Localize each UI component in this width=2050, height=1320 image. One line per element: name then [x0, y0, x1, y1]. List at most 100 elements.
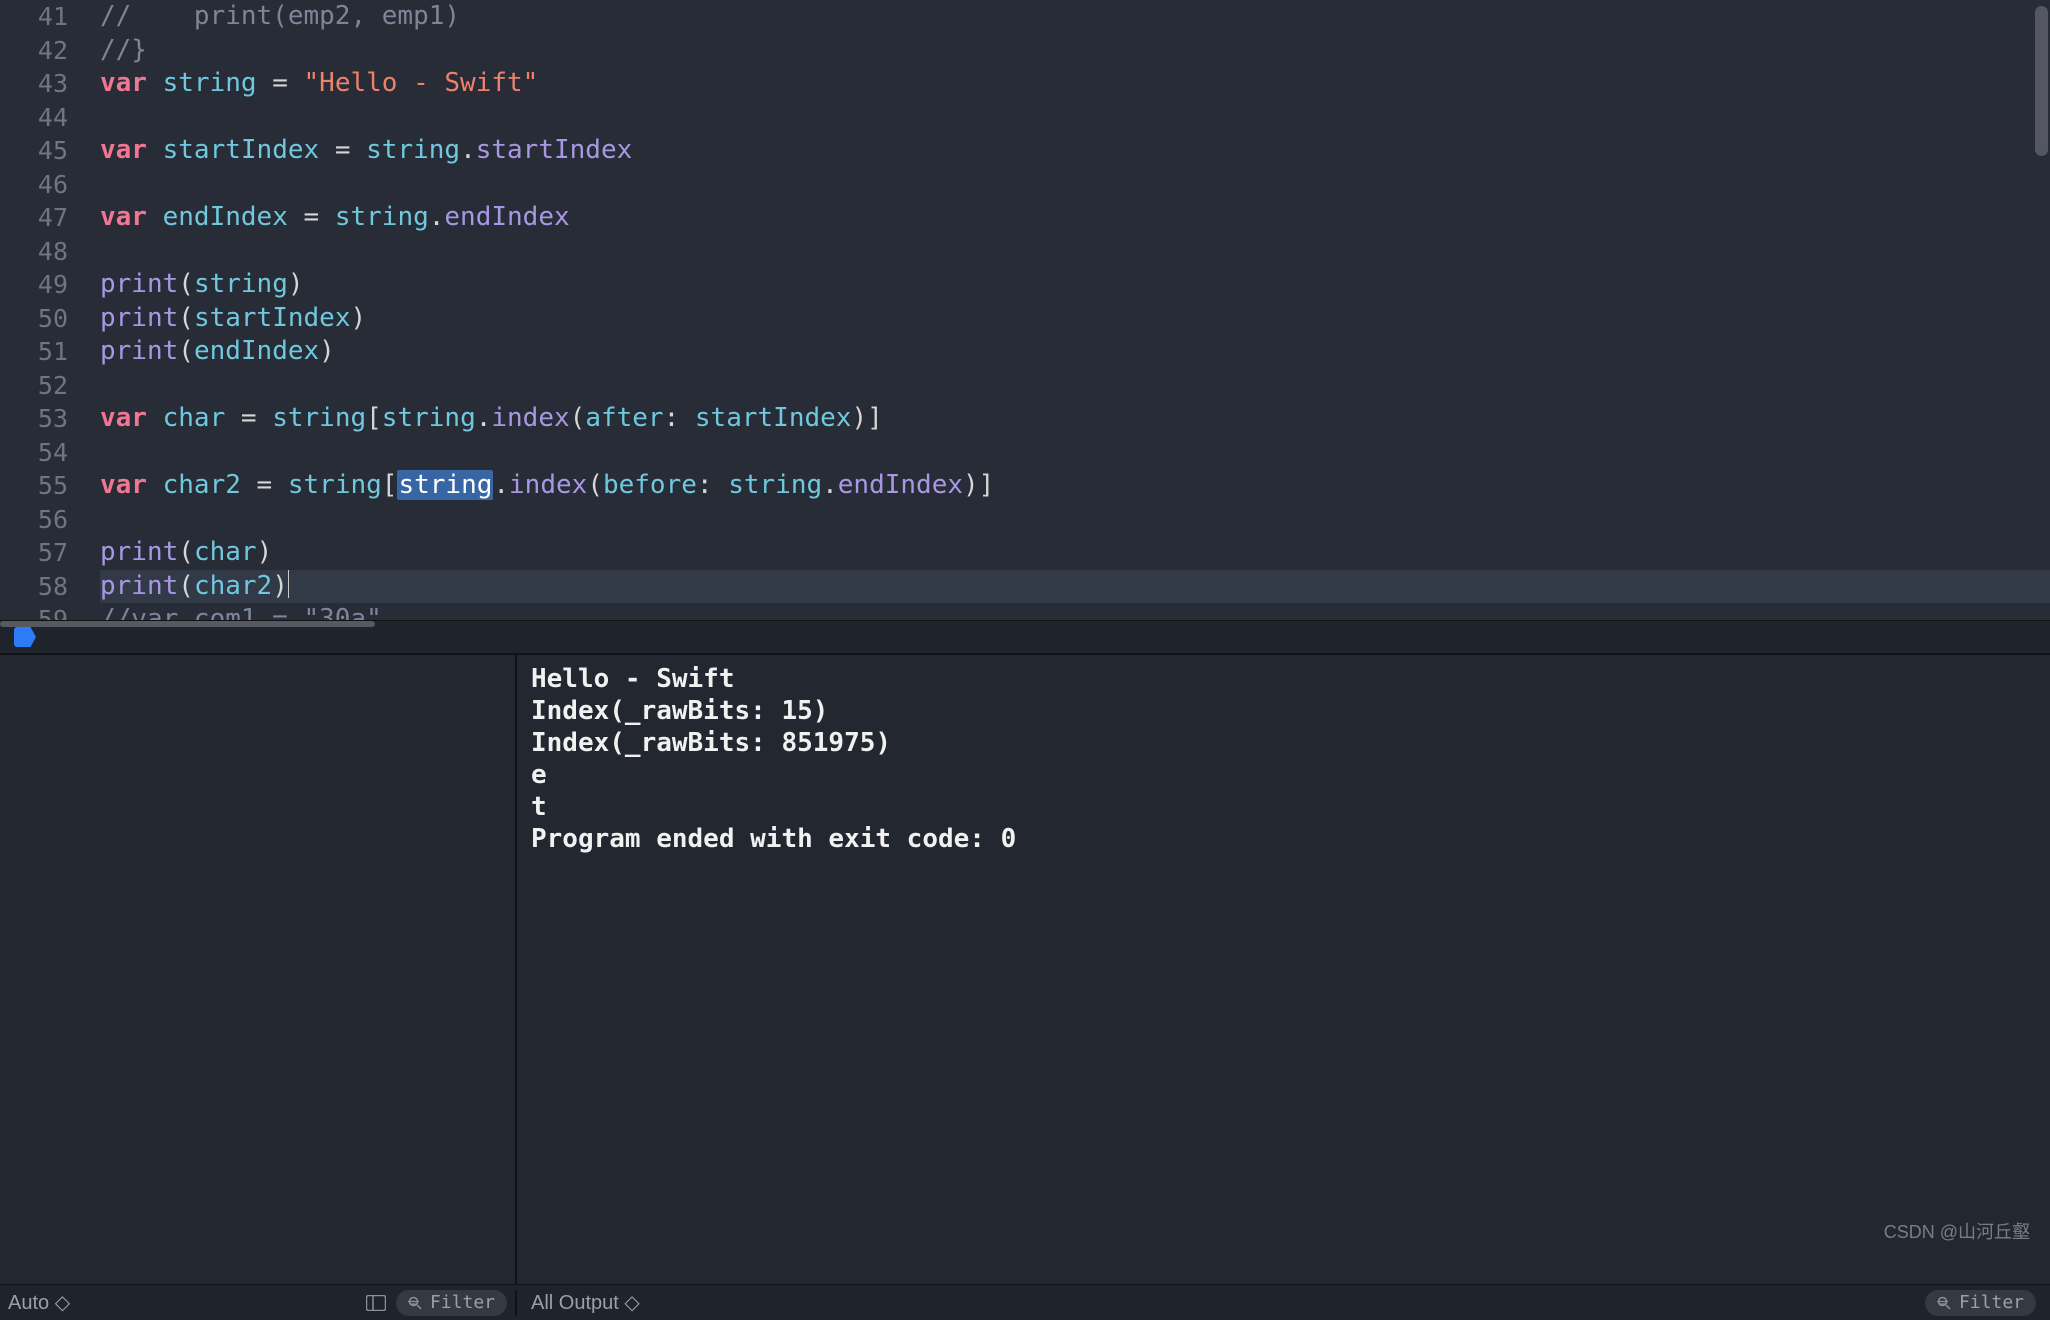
horizontal-scroll-thumb[interactable]: [0, 621, 375, 627]
code-token: endIndex: [163, 202, 288, 232]
code-token: startIndex: [476, 135, 633, 165]
code-token: [: [366, 403, 382, 433]
code-token: char2: [163, 470, 241, 500]
code-token: index: [509, 470, 587, 500]
code-token: var: [100, 68, 147, 98]
code-token: [147, 202, 163, 232]
line-number: 49: [0, 268, 68, 302]
code-token: print: [100, 336, 178, 366]
code-token: (: [178, 303, 194, 333]
line-number: 59: [0, 603, 68, 620]
code-line[interactable]: [100, 101, 2050, 135]
vertical-scrollbar[interactable]: [2035, 0, 2048, 620]
code-token: =: [257, 68, 304, 98]
code-token: print: [100, 571, 178, 601]
code-token: ): [288, 269, 304, 299]
code-line[interactable]: print(startIndex): [100, 302, 2050, 336]
code-line[interactable]: [100, 436, 2050, 470]
code-line[interactable]: print(string): [100, 268, 2050, 302]
source-editor[interactable]: 41424344454647484950515253545556575859 /…: [0, 0, 2050, 620]
variables-filter-input[interactable]: Filter: [396, 1290, 507, 1316]
code-token: )]: [963, 470, 994, 500]
filter-icon: [408, 1296, 422, 1310]
code-token: (: [178, 269, 194, 299]
line-number: 57: [0, 536, 68, 570]
code-line[interactable]: print(endIndex): [100, 335, 2050, 369]
code-token: var: [100, 202, 147, 232]
code-token: [: [382, 470, 398, 500]
code-line[interactable]: //var com1 = "30a": [100, 603, 2050, 620]
code-line[interactable]: [100, 369, 2050, 403]
code-line[interactable]: [100, 168, 2050, 202]
vertical-scroll-thumb[interactable]: [2035, 6, 2048, 156]
code-token: (: [570, 403, 586, 433]
line-number: 41: [0, 0, 68, 34]
debug-bar: [0, 620, 2050, 654]
code-token: print: [100, 537, 178, 567]
variables-scope-selector[interactable]: Auto ◇: [8, 1290, 70, 1315]
console-output[interactable]: Hello - Swift Index(_rawBits: 15) Index(…: [517, 655, 2050, 1284]
code-token: var: [100, 470, 147, 500]
code-token: [147, 135, 163, 165]
debug-area: Hello - Swift Index(_rawBits: 15) Index(…: [0, 654, 2050, 1284]
code-line[interactable]: var startIndex = string.startIndex: [100, 134, 2050, 168]
code-line[interactable]: [100, 235, 2050, 269]
line-number: 51: [0, 335, 68, 369]
variables-filter-placeholder: Filter: [430, 1292, 495, 1313]
code-line[interactable]: //}: [100, 34, 2050, 68]
variables-view[interactable]: [0, 655, 517, 1284]
code-token: .: [429, 202, 445, 232]
code-token: .: [476, 403, 492, 433]
code-token: )]: [851, 403, 882, 433]
text-cursor: [288, 570, 289, 598]
console-filter-input[interactable]: Filter: [1925, 1290, 2036, 1316]
filter-icon: [1937, 1296, 1951, 1310]
console-filter-placeholder: Filter: [1959, 1292, 2024, 1313]
code-token: (: [178, 336, 194, 366]
code-token: endIndex: [194, 336, 319, 366]
code-token: string: [272, 403, 366, 433]
code-token: after: [585, 403, 663, 433]
code-area[interactable]: // print(emp2, emp1)//}var string = "Hel…: [86, 0, 2050, 620]
line-number: 52: [0, 369, 68, 403]
code-token: .: [822, 470, 838, 500]
watermark-text: CSDN @山河丘壑: [1884, 1218, 2030, 1244]
code-line[interactable]: var char = string[string.index(after: st…: [100, 402, 2050, 436]
code-token: :: [697, 470, 728, 500]
xcode-window: 41424344454647484950515253545556575859 /…: [0, 0, 2050, 1320]
line-number-gutter: 41424344454647484950515253545556575859: [0, 0, 86, 620]
line-number: 56: [0, 503, 68, 537]
code-token: print: [100, 303, 178, 333]
code-token: ): [319, 336, 335, 366]
code-line[interactable]: // print(emp2, emp1): [100, 0, 2050, 34]
code-token: string: [366, 135, 460, 165]
code-token: //var com1 = "30a": [100, 604, 382, 620]
code-token: "Hello - Swift": [304, 68, 539, 98]
sidebar-toggle-icon[interactable]: [366, 1295, 386, 1311]
output-scope-selector[interactable]: All Output ◇: [531, 1290, 640, 1315]
code-token: .: [493, 470, 509, 500]
code-line[interactable]: var string = "Hello - Swift": [100, 67, 2050, 101]
code-token: [147, 403, 163, 433]
code-token: [147, 68, 163, 98]
line-number: 47: [0, 201, 68, 235]
code-token: // print(emp2, emp1): [100, 1, 460, 31]
line-number: 46: [0, 168, 68, 202]
code-token: (: [587, 470, 603, 500]
code-line[interactable]: var char2 = string[string.index(before: …: [100, 469, 2050, 503]
code-line[interactable]: [100, 503, 2050, 537]
line-number: 53: [0, 402, 68, 436]
code-token: string: [288, 470, 382, 500]
code-line[interactable]: print(char): [100, 536, 2050, 570]
line-number: 50: [0, 302, 68, 336]
code-token: startIndex: [194, 303, 351, 333]
breakpoint-toggle-icon[interactable]: [14, 627, 36, 647]
code-token: (: [178, 571, 194, 601]
code-token: var: [100, 403, 147, 433]
code-token: :: [664, 403, 695, 433]
line-number: 45: [0, 134, 68, 168]
code-line[interactable]: var endIndex = string.endIndex: [100, 201, 2050, 235]
code-token: index: [491, 403, 569, 433]
code-line[interactable]: print(char2): [100, 570, 2050, 604]
line-number: 55: [0, 469, 68, 503]
